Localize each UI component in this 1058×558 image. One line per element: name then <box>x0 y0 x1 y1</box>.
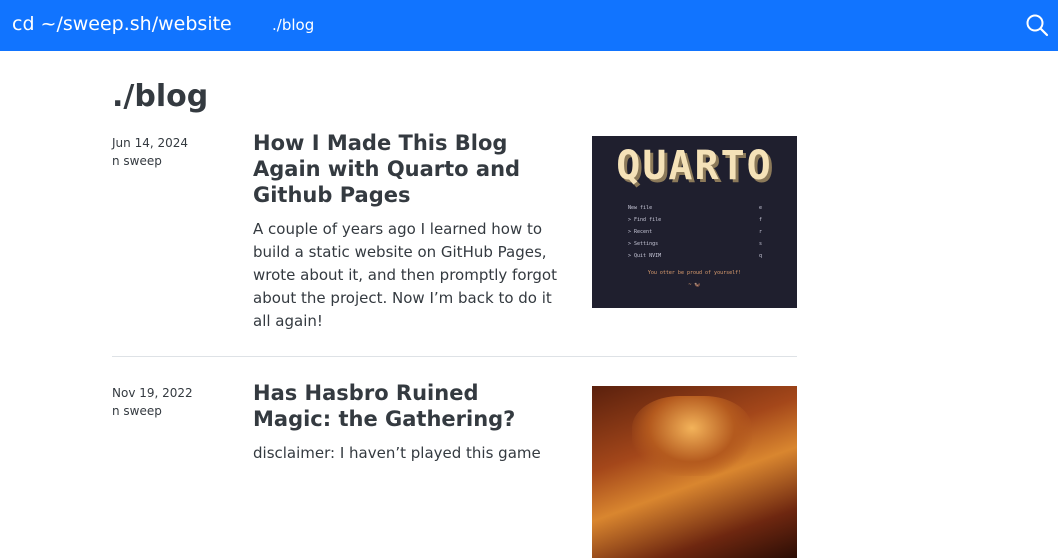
post-author: n sweep <box>112 404 162 418</box>
thumbnail-menu-key: e <box>758 205 762 211</box>
thumbnail-menu-label: > Quit NVIM <box>628 253 662 259</box>
search-icon[interactable] <box>1025 13 1049 37</box>
nav-link-blog[interactable]: ./blog <box>272 15 314 35</box>
post-thumbnail[interactable]: QUARTO New file e > Find file f > Recent… <box>592 136 797 308</box>
thumbnail-artwork <box>632 396 752 476</box>
post-thumbnail[interactable] <box>592 386 797 558</box>
post-date: Jun 14, 2024 <box>112 136 189 150</box>
thumbnail-menu-item: > Recent r <box>628 226 762 238</box>
thumbnail-menu-label: > Find file <box>628 217 662 223</box>
post-body: Has Hasbro Ruined Magic: the Gathering? … <box>253 380 558 465</box>
thumbnail-menu-item: New file e <box>628 202 762 214</box>
navbar: cd ~/sweep.sh/website ./blog <box>0 0 1058 51</box>
post-title-link[interactable]: Has Hasbro Ruined Magic: the Gathering? <box>253 380 558 432</box>
thumbnail-menu-key: f <box>758 217 762 223</box>
post-description: A couple of years ago I learned how to b… <box>253 220 557 330</box>
search-icon-graphic <box>1026 14 1049 37</box>
thumbnail-menu-key: q <box>758 253 762 259</box>
thumbnail-menu-label: New file <box>628 205 653 211</box>
post-author: n sweep <box>112 154 162 168</box>
site-brand-link[interactable]: cd ~/sweep.sh/website <box>12 12 232 36</box>
list-item: Nov 19, 2022 n sweep Has Hasbro Ruined M… <box>112 380 797 558</box>
thumbnail-menu-item: > Quit NVIM q <box>628 250 762 262</box>
thumbnail-menu-item: > Settings s <box>628 238 762 250</box>
thumbnail-menu-label: > Settings <box>628 241 659 247</box>
post-body: How I Made This Blog Again with Quarto a… <box>253 130 558 333</box>
thumbnail-menu-key: r <box>758 229 762 235</box>
list-item: Jun 14, 2024 n sweep How I Made This Blo… <box>112 130 797 357</box>
thumbnail-menu-label: > Recent <box>628 229 653 235</box>
post-date: Nov 19, 2022 <box>112 386 193 400</box>
post-title-link[interactable]: How I Made This Blog Again with Quarto a… <box>253 130 558 208</box>
post-description: disclaimer: I haven’t played this game <box>253 444 541 462</box>
thumbnail-menu-item: > Find file f <box>628 214 762 226</box>
quarto-logo: QUARTO <box>616 143 773 189</box>
thumbnail-footer: You otter be proud of yourself! <box>647 270 742 276</box>
thumbnail-menu-key: s <box>758 241 762 247</box>
page-title: ./blog <box>112 79 209 114</box>
post-meta: Jun 14, 2024 n sweep <box>112 134 242 170</box>
thumbnail-menu: New file e > Find file f > Recent r > Se… <box>628 202 762 262</box>
thumbnail-footer-2: ~ 🦦 <box>688 282 701 288</box>
post-meta: Nov 19, 2022 n sweep <box>112 384 242 420</box>
